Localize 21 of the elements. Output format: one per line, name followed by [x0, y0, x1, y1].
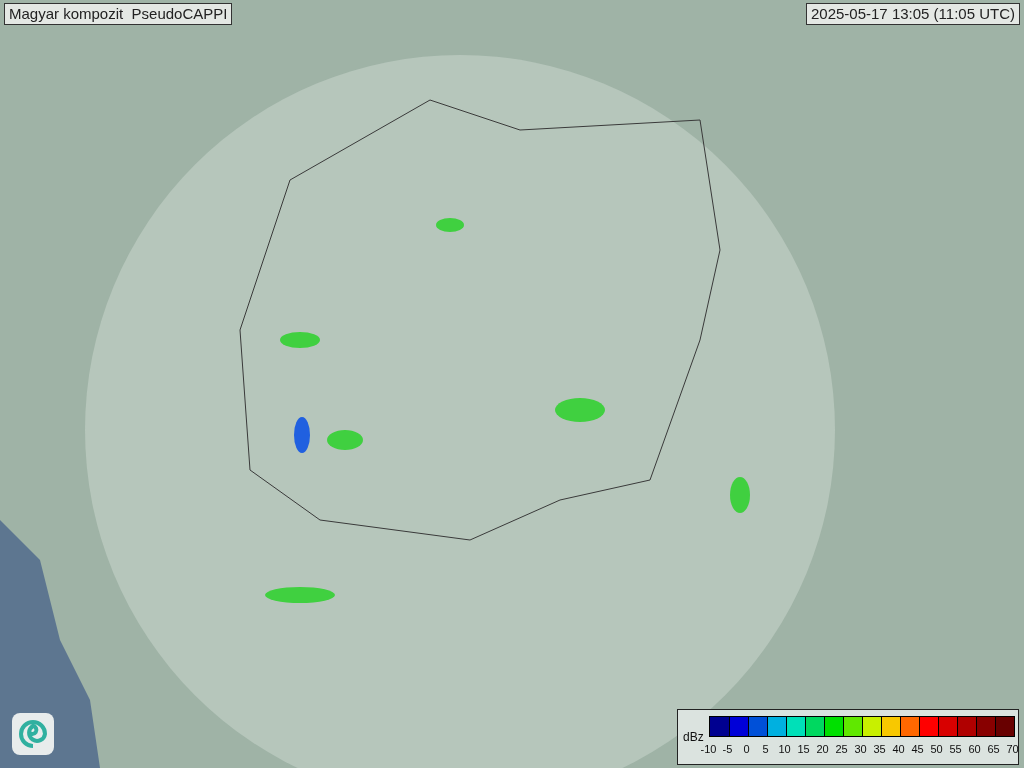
scale-value: 70	[1005, 742, 1020, 756]
scale-value: 65	[986, 742, 1001, 756]
timestamp-label: 2025-05-17 13:05 (11:05 UTC)	[806, 3, 1020, 25]
scale-value: 35	[872, 742, 887, 756]
scale-value: 50	[929, 742, 944, 756]
scale-value: 25	[834, 742, 849, 756]
map-title: Magyar kompozit PseudoCAPPI	[4, 3, 233, 25]
scale-value: 5	[761, 742, 770, 756]
swirl-logo-icon	[12, 713, 54, 755]
scale-value: 40	[891, 742, 906, 756]
scale-value: 45	[910, 742, 925, 756]
scale-value: -10	[699, 742, 718, 756]
unit-label: dBz	[683, 730, 704, 744]
scale-value: -5	[721, 742, 734, 756]
scale-value: 15	[796, 742, 811, 756]
scale-value: 30	[853, 742, 868, 756]
scale-value: 55	[948, 742, 963, 756]
scale-value: 60	[967, 742, 982, 756]
scale-value: 20	[815, 742, 830, 756]
scale-value: 0	[742, 742, 751, 756]
scale-value: 10	[777, 742, 792, 756]
